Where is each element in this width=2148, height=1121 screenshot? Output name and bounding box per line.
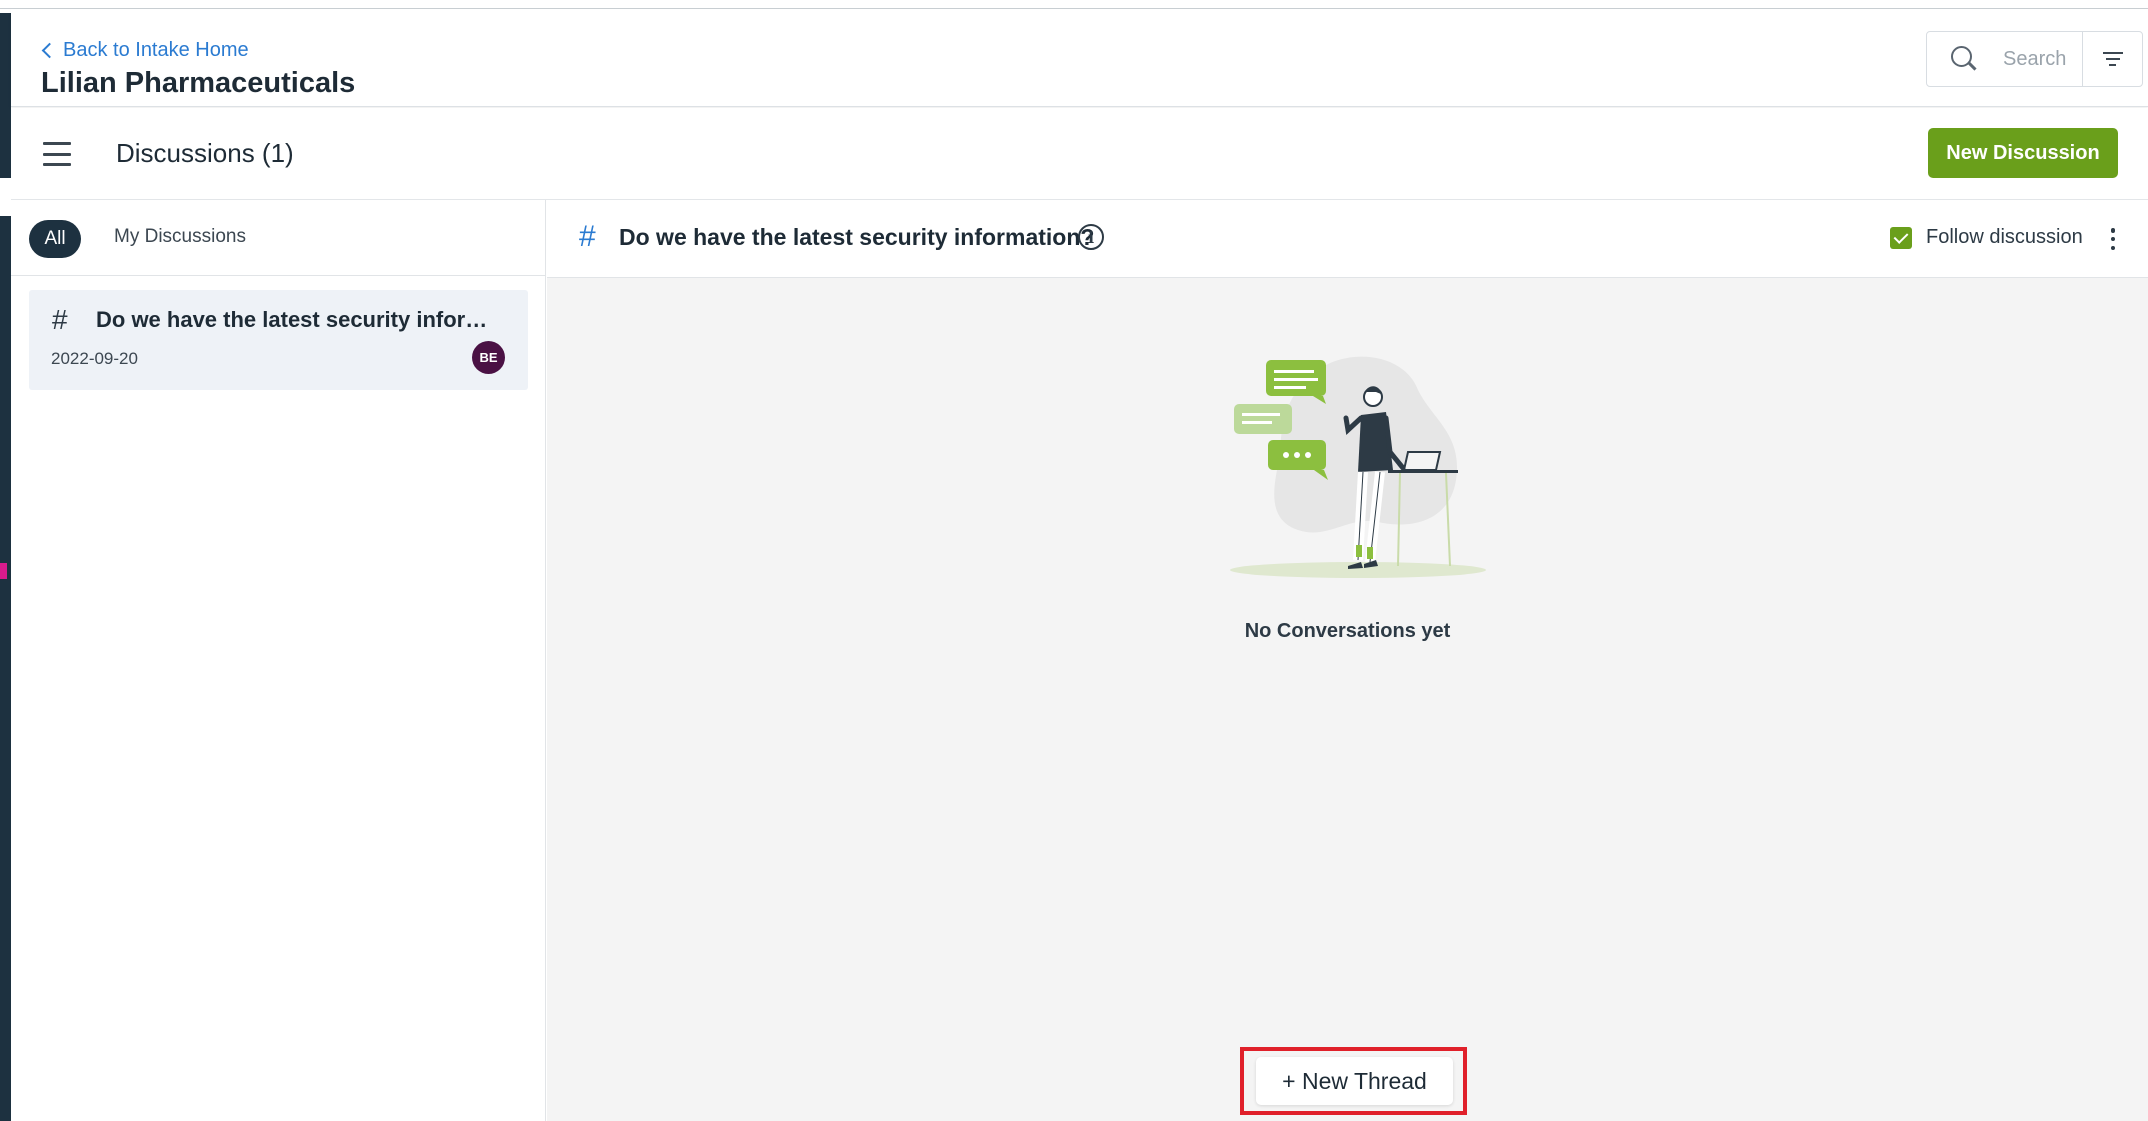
discussion-list-panel: All My Discussions # Do we have the late… xyxy=(11,200,546,1121)
new-thread-highlight: + New Thread xyxy=(1240,1047,1467,1115)
list-item-title: Do we have the latest security informati… xyxy=(96,307,506,332)
filter-button[interactable] xyxy=(2082,32,2142,86)
new-thread-button[interactable]: + New Thread xyxy=(1256,1057,1453,1105)
discussion-title: Do we have the latest security informati… xyxy=(619,224,1095,250)
back-link[interactable]: Back to Intake Home xyxy=(40,39,249,62)
new-discussion-button[interactable]: New Discussion xyxy=(1928,128,2118,178)
menu-icon[interactable] xyxy=(43,142,71,166)
tab-all[interactable]: All xyxy=(29,220,81,258)
discussions-title: Discussions (1) xyxy=(116,138,294,168)
list-filter-tabs: All My Discussions xyxy=(11,200,546,276)
list-item[interactable]: # Do we have the latest security informa… xyxy=(29,290,528,390)
strip-gap xyxy=(0,178,11,216)
search-placeholder: Search xyxy=(2003,47,2067,70)
info-icon[interactable]: i xyxy=(1078,224,1104,250)
back-link-label: Back to Intake Home xyxy=(63,39,249,61)
avatar[interactable]: BE xyxy=(472,341,505,374)
hash-icon: # xyxy=(52,304,68,335)
follow-label: Follow discussion xyxy=(1926,226,2083,248)
checkbox-checked-icon xyxy=(1890,226,1912,249)
discussions-toolbar: Discussions (1) New Discussion xyxy=(11,108,2148,200)
tab-my-discussions[interactable]: My Discussions xyxy=(114,226,246,248)
chevron-left-icon xyxy=(41,42,58,59)
discussion-detail-panel: # Do we have the latest security informa… xyxy=(547,200,2148,1121)
strip-marker[interactable] xyxy=(0,563,7,579)
detail-header: # Do we have the latest security informa… xyxy=(547,200,2148,278)
more-options-icon[interactable] xyxy=(2109,228,2117,250)
app-frame: Back to Intake Home Lilian Pharmaceutica… xyxy=(0,0,2148,1121)
list-item-date: 2022-09-20 xyxy=(51,349,138,368)
hash-icon: # xyxy=(579,220,596,253)
empty-state-message: No Conversations yet xyxy=(1244,620,1451,642)
page-header: Back to Intake Home Lilian Pharmaceutica… xyxy=(11,9,2148,107)
empty-state-illustration xyxy=(1230,356,1486,578)
left-app-strip xyxy=(0,13,11,1121)
search-icon xyxy=(1951,46,1977,72)
filter-icon xyxy=(2102,52,2123,54)
page-title: Lilian Pharmaceuticals xyxy=(41,67,356,99)
search-input[interactable]: Search xyxy=(1926,31,2143,87)
follow-discussion-checkbox[interactable]: Follow discussion xyxy=(1890,226,2083,249)
